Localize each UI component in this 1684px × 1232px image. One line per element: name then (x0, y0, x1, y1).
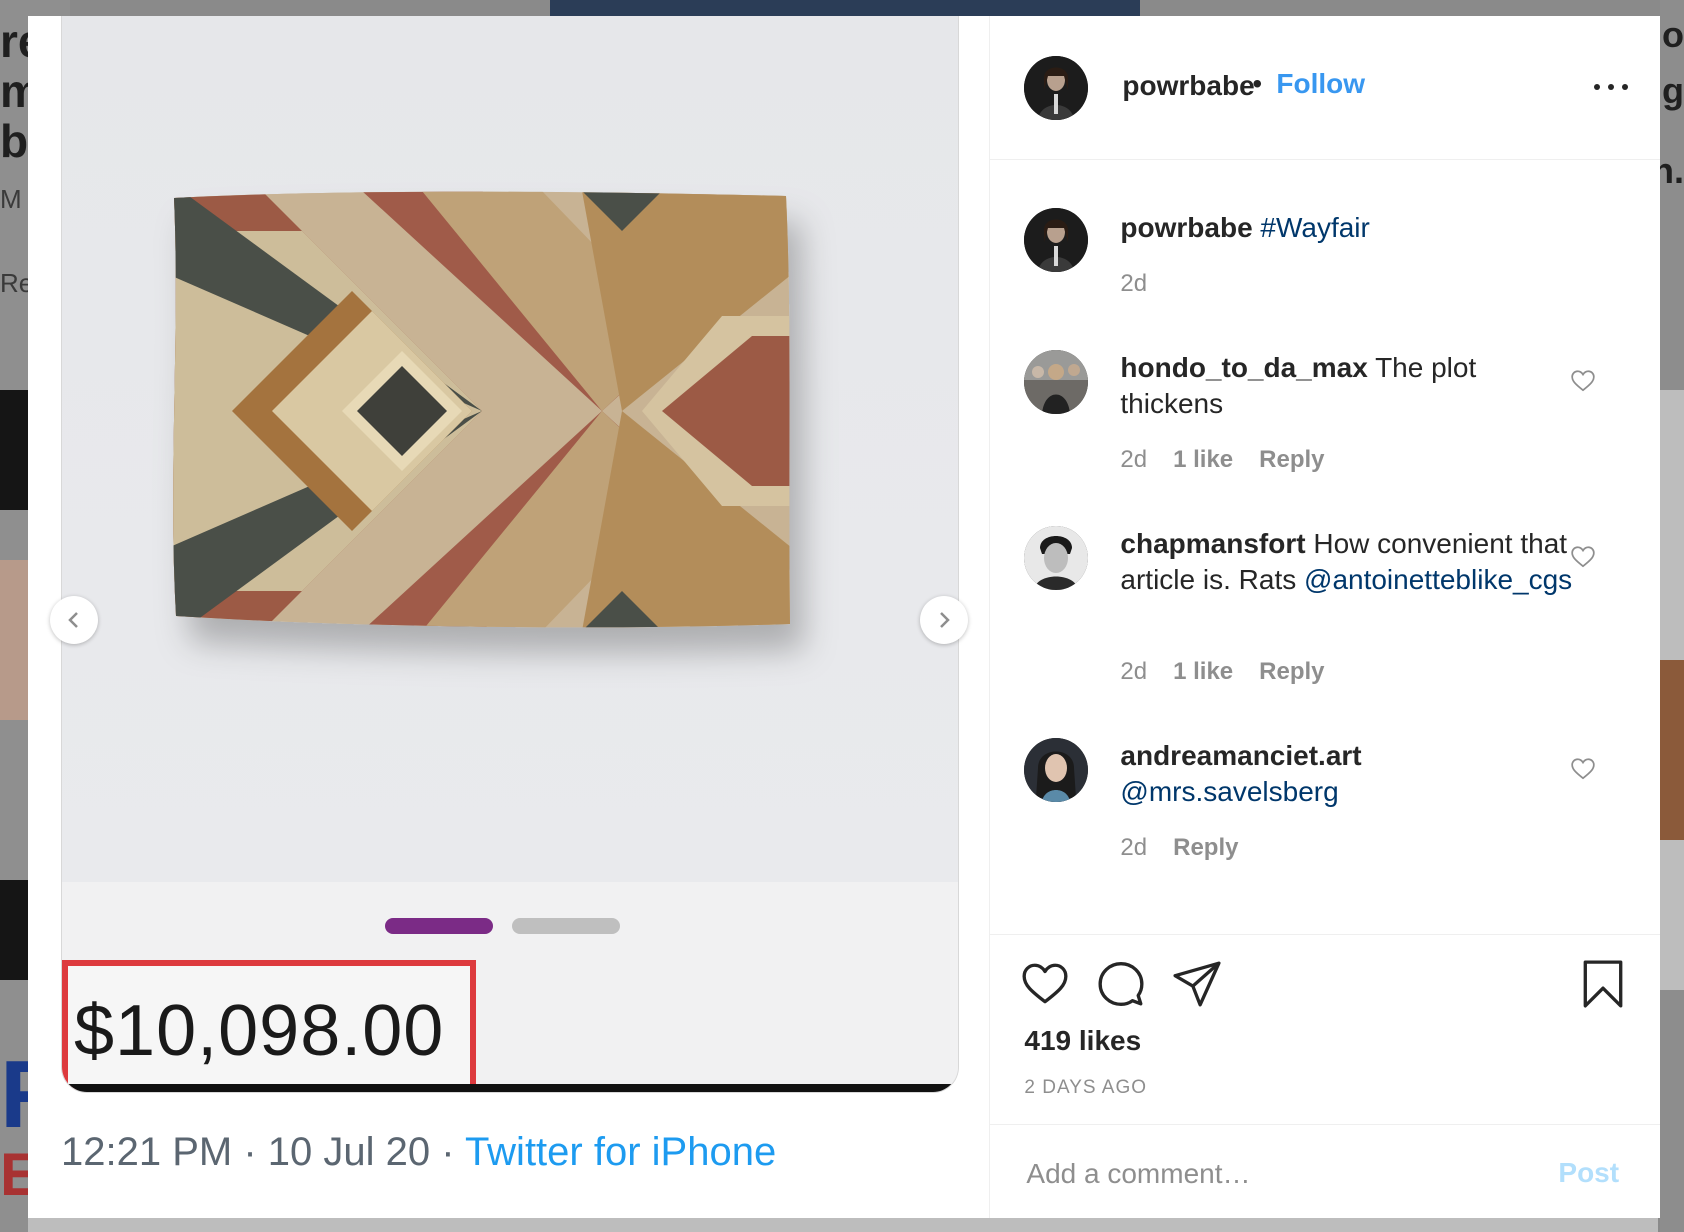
avatar[interactable] (1024, 208, 1089, 272)
separator-dot: • (1252, 68, 1263, 99)
like-count[interactable]: 1 like (1173, 446, 1233, 474)
heart-icon[interactable] (1570, 544, 1596, 570)
comment-text: andreamanciet.art @mrs.savelsberg (1120, 738, 1580, 810)
card-divider (62, 1084, 958, 1092)
background-strip (550, 0, 1140, 16)
pager-indicator-active (385, 918, 493, 934)
username[interactable]: andreamanciet.art (1120, 740, 1361, 771)
avatar-image (1024, 526, 1089, 590)
more-icon (1608, 84, 1615, 90)
comment-icon[interactable] (1096, 959, 1146, 1009)
avatar-image (1024, 350, 1089, 414)
follow-button[interactable]: Follow (1276, 68, 1365, 100)
comment-meta: 2d 1 like Reply (1120, 658, 1324, 686)
price: $10,098.00 (74, 991, 445, 1071)
timestamp[interactable]: 2d (1120, 834, 1147, 862)
next-button[interactable] (920, 596, 968, 644)
tweet-meta: 12:21 PM · 10 Jul 20 · Twitter for iPhon… (61, 1130, 776, 1175)
reply-button[interactable]: Reply (1259, 446, 1324, 474)
comment-text: chapmansfort How convenient that article… (1120, 526, 1580, 598)
pager-indicator (512, 918, 620, 934)
reply-button[interactable]: Reply (1173, 834, 1238, 862)
like-count[interactable]: 419 likes (1024, 1025, 1141, 1057)
comment-text: hondo_to_da_max The plot thickens (1120, 350, 1580, 422)
background-right-column: o g n. (1652, 0, 1684, 1232)
avatar-image (1024, 208, 1089, 272)
hashtag-link[interactable]: #Wayfair (1260, 212, 1369, 243)
post-actions: 419 likes 2 DAYS AGO (990, 934, 1661, 1125)
username[interactable]: chapmansfort (1120, 528, 1305, 559)
product-image (62, 16, 958, 882)
username[interactable]: powrbabe (1122, 70, 1254, 102)
username[interactable]: powrbabe (1120, 212, 1252, 243)
comments-panel: powrbabe • Follow powrbabe #Wayfair 2d h… (990, 16, 1661, 1219)
previous-button[interactable] (50, 596, 98, 644)
tweet-lower-section: $10,098.00 (62, 882, 958, 1092)
avatar-image (1024, 56, 1089, 120)
chevron-right-icon (940, 612, 950, 628)
tweet-timestamp: 12:21 PM · 10 Jul 20 · (61, 1130, 465, 1174)
avatar-image (1024, 738, 1089, 802)
reply-button[interactable]: Reply (1259, 658, 1324, 686)
more-icon (1594, 84, 1601, 90)
price-highlight-box: $10,098.00 (62, 960, 476, 1090)
heart-icon[interactable] (1020, 959, 1070, 1009)
username[interactable]: hondo_to_da_max (1120, 352, 1367, 383)
post-modal: $10,098.00 12:21 PM · 10 Jul 20 · Twitte… (28, 16, 1661, 1219)
heart-icon[interactable] (1570, 756, 1596, 782)
share-icon[interactable] (1172, 959, 1222, 1009)
post-button[interactable]: Post (1558, 1157, 1619, 1189)
timestamp[interactable]: 2d (1120, 446, 1147, 474)
mention-link[interactable]: @antoinetteblike_cgs (1304, 564, 1572, 595)
heart-icon[interactable] (1570, 368, 1596, 394)
avatar[interactable] (1024, 738, 1089, 802)
media-panel: $10,098.00 12:21 PM · 10 Jul 20 · Twitte… (28, 16, 991, 1218)
bookmark-icon[interactable] (1578, 959, 1628, 1009)
comment-composer: Post (990, 1124, 1661, 1219)
comment-input[interactable] (1024, 1153, 1529, 1195)
pillow-illustration (173, 191, 790, 628)
timestamp[interactable]: 2d (1120, 270, 1147, 298)
background-strip (28, 1218, 1658, 1232)
more-icon (1622, 84, 1629, 90)
post-header: powrbabe • Follow (990, 16, 1661, 160)
caption-text: powrbabe #Wayfair (1120, 210, 1580, 246)
tweet-source: Twitter for iPhone (464, 1130, 777, 1174)
more-options-button[interactable] (1594, 76, 1629, 98)
tweet-screenshot: $10,098.00 (61, 16, 959, 1093)
comment-meta: 2d 1 like Reply (1120, 446, 1324, 474)
mention-link[interactable]: @mrs.savelsberg (1120, 776, 1338, 807)
timestamp[interactable]: 2d (1120, 658, 1147, 686)
like-count[interactable]: 1 like (1173, 658, 1233, 686)
avatar[interactable] (1024, 526, 1089, 590)
avatar[interactable] (1024, 56, 1089, 120)
chevron-left-icon (68, 612, 78, 628)
caption-meta: 2d (1120, 270, 1147, 298)
post-timestamp[interactable]: 2 DAYS AGO (1024, 1077, 1147, 1099)
comments-list: powrbabe #Wayfair 2d hondo_to_da_max The… (990, 160, 1660, 934)
avatar[interactable] (1024, 350, 1089, 414)
comment-meta: 2d Reply (1120, 834, 1238, 862)
